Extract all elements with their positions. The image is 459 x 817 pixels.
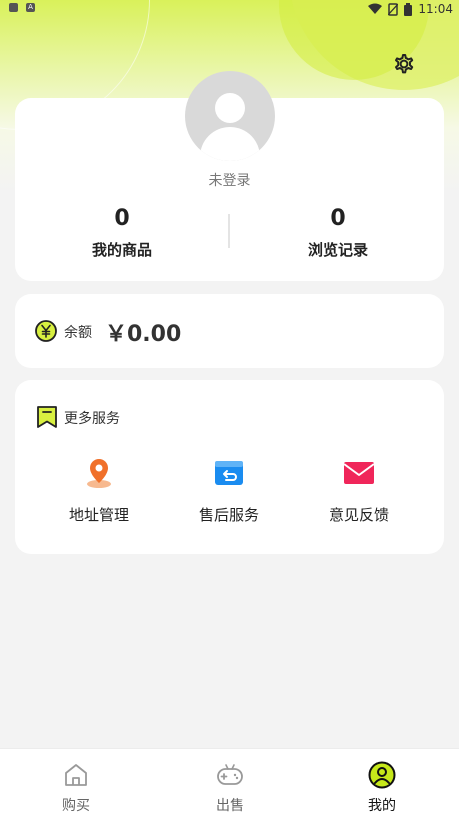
service-feedback[interactable]: 意见反馈 xyxy=(299,456,419,525)
gamepad-icon xyxy=(217,764,243,785)
avatar-body xyxy=(200,127,260,161)
tab-label: 购买 xyxy=(62,798,90,814)
balance-label: 余额 xyxy=(64,325,92,341)
return-box-icon xyxy=(215,461,243,485)
service-label: 意见反馈 xyxy=(328,506,389,524)
avatar[interactable] xyxy=(185,71,275,161)
balance-amount: ￥0.00 xyxy=(105,322,182,347)
yen-coin-icon xyxy=(35,320,57,342)
status-time: 11:04 xyxy=(418,2,453,16)
stat-label: 我的商品 xyxy=(91,241,152,259)
stat-divider xyxy=(228,214,230,248)
status-notifications: A xyxy=(9,3,35,12)
avatar-head xyxy=(215,93,245,123)
stat-my-goods[interactable]: 0 我的商品 xyxy=(42,206,202,260)
bottom-tab-bar: 购买 出售 我的 xyxy=(0,748,459,817)
home-icon xyxy=(65,764,87,786)
settings-gear-icon[interactable] xyxy=(390,50,418,78)
user-icon xyxy=(368,761,396,789)
no-sim-icon xyxy=(388,2,399,16)
more-services-card: 更多服务 地址管理 售后服务 意见反馈 xyxy=(15,380,444,554)
stat-label: 浏览记录 xyxy=(307,241,368,259)
battery-icon xyxy=(404,2,413,16)
stat-value: 0 xyxy=(330,206,346,231)
balance-card[interactable]: 余额 ￥0.00 xyxy=(15,294,444,368)
service-label: 售后服务 xyxy=(198,506,259,524)
mail-icon xyxy=(343,462,375,484)
service-address-management[interactable]: 地址管理 xyxy=(39,456,159,525)
tab-mine[interactable]: 我的 xyxy=(332,761,432,815)
service-label: 地址管理 xyxy=(68,506,129,524)
service-after-sales[interactable]: 售后服务 xyxy=(169,456,289,525)
status-bar: A 11:04 xyxy=(0,0,459,20)
services-title: 更多服务 xyxy=(64,411,120,427)
stat-browse-history[interactable]: 0 浏览记录 xyxy=(258,206,418,260)
status-right: 11:04 xyxy=(368,2,453,16)
tab-buy[interactable]: 购买 xyxy=(26,761,126,815)
stat-value: 0 xyxy=(114,206,130,231)
shield-icon xyxy=(9,3,18,12)
tab-label: 我的 xyxy=(368,798,396,814)
tab-label: 出售 xyxy=(216,798,244,814)
tab-sell[interactable]: 出售 xyxy=(180,761,280,815)
wifi-icon xyxy=(368,3,383,14)
location-pin-icon xyxy=(87,459,111,488)
bookmark-icon xyxy=(37,406,57,428)
login-status-text[interactable]: 未登录 xyxy=(15,170,444,190)
app-a-icon: A xyxy=(26,3,35,12)
